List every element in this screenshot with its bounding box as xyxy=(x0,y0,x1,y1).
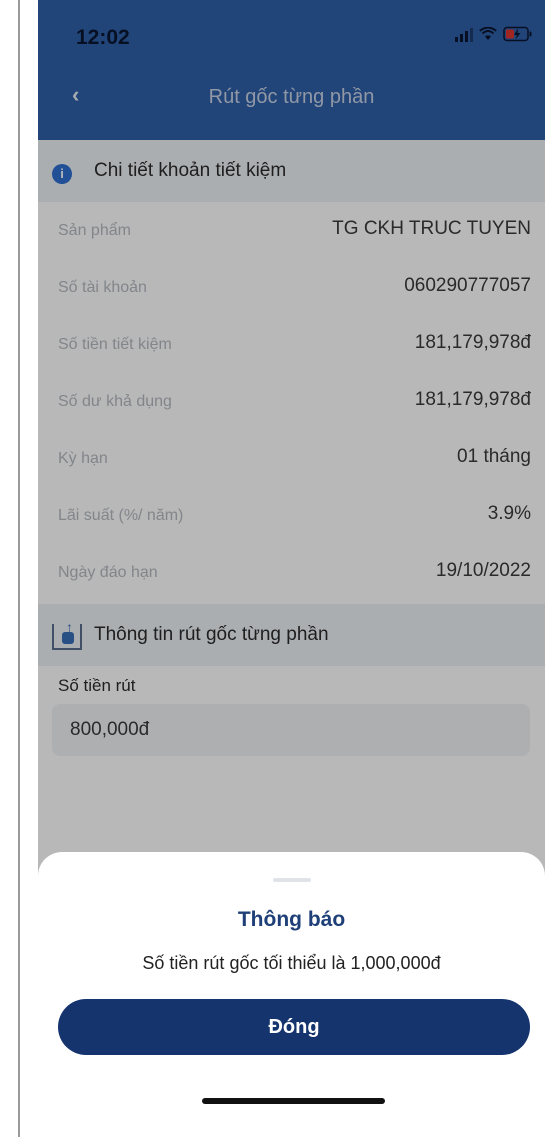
notification-sheet: Thông báo Số tiền rút gốc tối thiểu là 1… xyxy=(38,852,545,1137)
dialog-title: Thông báo xyxy=(237,908,346,931)
sheet-handle[interactable] xyxy=(273,878,311,882)
phone-screen: 12:02 ‹ Rút gốc từng phần i Chi tiết kho… xyxy=(38,0,545,1137)
home-indicator xyxy=(202,1098,385,1104)
screenshot-frame: 12:02 ‹ Rút gốc từng phần i Chi tiết kho… xyxy=(0,0,545,1137)
close-button[interactable]: Đóng xyxy=(58,999,530,1055)
dialog-message: Số tiền rút gốc tối thiểu là 1,000,000đ xyxy=(142,953,441,973)
frame-border xyxy=(18,0,20,1137)
